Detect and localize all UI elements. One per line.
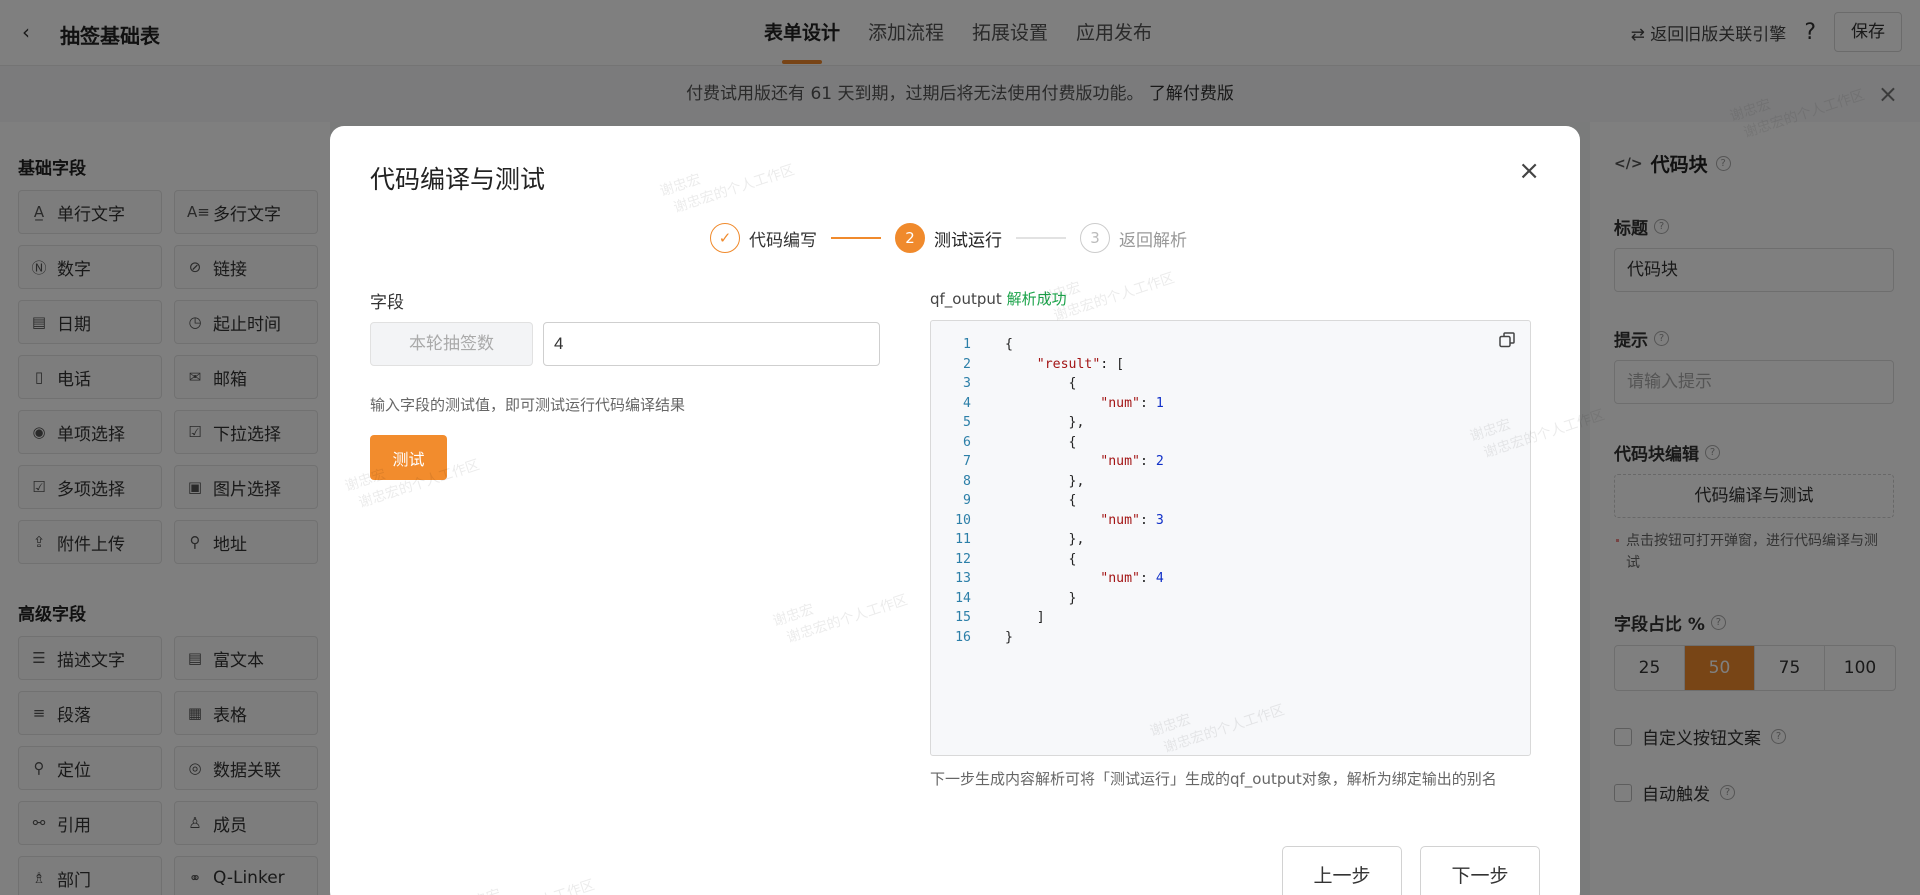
step-label: 返回解析 bbox=[1119, 230, 1187, 251]
code-text: { bbox=[1005, 337, 1013, 352]
code-text: "num": 3 bbox=[1100, 512, 1164, 528]
code-line: 4 "num": 1 bbox=[943, 394, 1164, 414]
code-line: 6 { bbox=[943, 433, 1164, 453]
parse-success-status: 解析成功 bbox=[1006, 290, 1067, 308]
code-text: "num": 1 bbox=[1100, 395, 1164, 411]
code-text: }, bbox=[1005, 415, 1085, 430]
step-label: 测试运行 bbox=[934, 230, 1002, 251]
output-note: 下一步生成内容解析可将「测试运行」生成的qf_output对象，解析为绑定输出的… bbox=[930, 770, 1497, 788]
code-line: 15 ] bbox=[943, 608, 1164, 628]
line-number: 4 bbox=[963, 395, 971, 411]
code-line: 2 "result": [ bbox=[943, 355, 1164, 375]
test-value-hint: 输入字段的测试值，即可测试运行代码编译结果 bbox=[370, 396, 686, 414]
output-header: qf_output 解析成功 bbox=[930, 288, 1067, 309]
run-test-button[interactable]: 测试 bbox=[370, 435, 447, 480]
step-indicator: ✓ 代码编写 2 测试运行 3 返回解析 bbox=[710, 222, 1187, 254]
step-connector bbox=[831, 237, 881, 239]
line-number: 12 bbox=[955, 551, 971, 567]
dialog-footer: 上一步 下一步 bbox=[1282, 846, 1540, 895]
step-test-run[interactable]: 2 测试运行 bbox=[895, 223, 1002, 253]
code-text: { bbox=[1005, 434, 1077, 450]
step-connector bbox=[1016, 237, 1066, 239]
code-compile-test-dialog: 代码编译与测试 × ✓ 代码编写 2 测试运行 3 返回解析 字段 本轮抽签数 … bbox=[330, 126, 1580, 895]
code-text: "result": [ bbox=[1036, 356, 1125, 372]
code-text: }, bbox=[1005, 473, 1085, 489]
code-text: "num": 4 bbox=[1100, 571, 1164, 586]
line-number: 2 bbox=[963, 356, 971, 372]
output-code-viewer[interactable]: 1{2 "result": [3 {4 "num": 15 }, 6 {7 "nu… bbox=[930, 320, 1531, 756]
line-number: 13 bbox=[955, 571, 971, 586]
line-number: 8 bbox=[963, 473, 971, 489]
previous-step-button[interactable]: 上一步 bbox=[1282, 846, 1402, 895]
test-value-input[interactable] bbox=[543, 322, 880, 366]
code-line: 5 }, bbox=[943, 413, 1164, 433]
step-number: 3 bbox=[1080, 223, 1110, 253]
code-text: { bbox=[1005, 551, 1077, 567]
next-step-button[interactable]: 下一步 bbox=[1420, 846, 1540, 895]
copy-icon[interactable] bbox=[1498, 331, 1516, 349]
line-number: 16 bbox=[955, 629, 971, 645]
code-text: }, bbox=[1005, 532, 1085, 547]
line-number: 14 bbox=[955, 590, 971, 606]
line-number: 10 bbox=[955, 512, 971, 528]
code-line: 7 "num": 2 bbox=[943, 452, 1164, 472]
checkmark-icon: ✓ bbox=[710, 223, 740, 253]
code-line: 14 } bbox=[943, 589, 1164, 609]
dialog-title: 代码编译与测试 bbox=[370, 165, 546, 194]
step-label: 代码编写 bbox=[749, 230, 817, 251]
code-line: 12 { bbox=[943, 550, 1164, 570]
field-section-label: 字段 bbox=[370, 293, 404, 313]
code-line: 1{ bbox=[943, 335, 1164, 355]
code-line: 8 }, bbox=[943, 472, 1164, 492]
line-number: 9 bbox=[963, 493, 971, 508]
line-number: 6 bbox=[963, 434, 971, 450]
output-variable-name: qf_output bbox=[930, 290, 1002, 308]
code-text: } bbox=[1005, 629, 1013, 645]
step-code-write[interactable]: ✓ 代码编写 bbox=[710, 223, 817, 253]
close-icon[interactable]: × bbox=[1518, 158, 1540, 184]
code-line: 10 "num": 3 bbox=[943, 511, 1164, 531]
step-number: 2 bbox=[895, 223, 925, 253]
code-line: 11 }, bbox=[943, 530, 1164, 550]
line-number: 11 bbox=[955, 532, 971, 547]
code-line: 13 "num": 4 bbox=[943, 569, 1164, 589]
code-line: 16} bbox=[943, 628, 1164, 648]
line-number: 3 bbox=[963, 376, 971, 391]
code-line: 9 { bbox=[943, 491, 1164, 511]
code-lines: 1{2 "result": [3 {4 "num": 15 }, 6 {7 "nu… bbox=[943, 335, 1164, 647]
code-text: { bbox=[1005, 376, 1077, 391]
code-line: 3 { bbox=[943, 374, 1164, 394]
line-number: 5 bbox=[963, 415, 971, 430]
code-text: "num": 2 bbox=[1100, 454, 1164, 469]
code-text: } bbox=[1005, 590, 1077, 606]
line-number: 1 bbox=[963, 337, 971, 352]
line-number: 7 bbox=[963, 454, 971, 469]
step-return-parse[interactable]: 3 返回解析 bbox=[1080, 223, 1187, 253]
code-text: ] bbox=[1005, 610, 1045, 625]
line-number: 15 bbox=[955, 610, 971, 625]
code-text: { bbox=[1005, 493, 1077, 508]
field-name-tag: 本轮抽签数 bbox=[370, 322, 533, 366]
